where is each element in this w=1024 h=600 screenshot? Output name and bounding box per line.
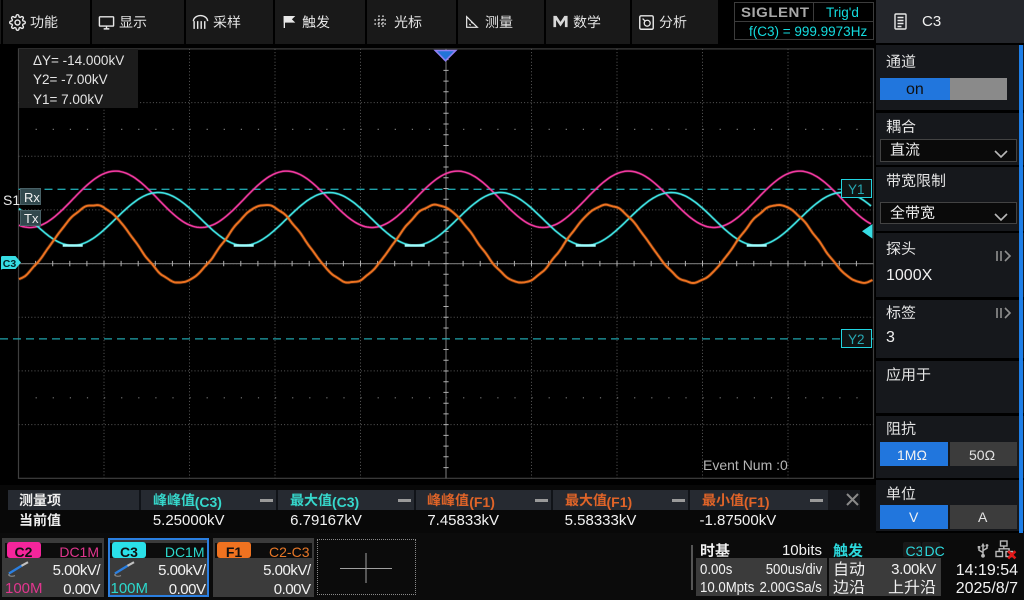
svg-text:C3: C3 (3, 258, 17, 270)
